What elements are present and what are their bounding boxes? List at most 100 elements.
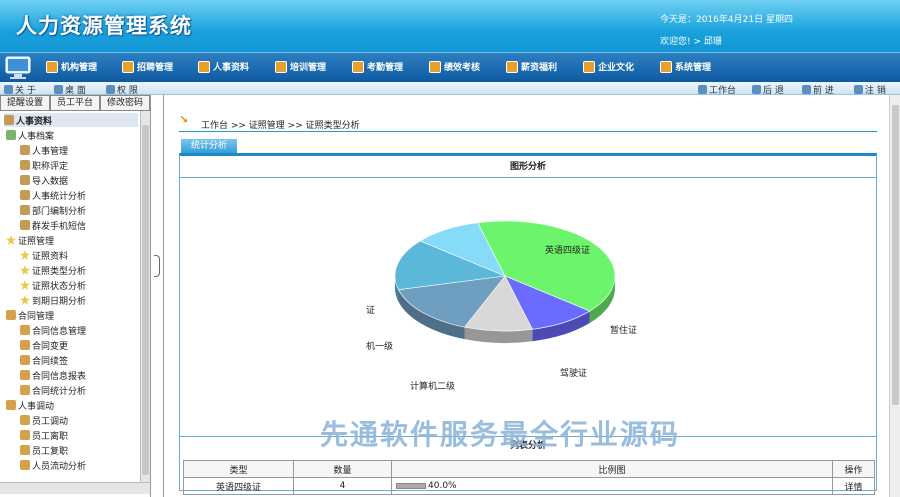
sidebar-item[interactable]: 人事管理 [20, 143, 68, 157]
tree-node-icon [20, 415, 30, 425]
sidebar-item[interactable]: 人事调动 [6, 398, 54, 412]
sidebar-item[interactable]: 人员流动分析 [20, 458, 86, 472]
sidebar-item[interactable]: 合同变更 [20, 338, 68, 352]
tree-node-icon [20, 445, 30, 455]
tree-node-icon [6, 130, 16, 140]
sidebar-item[interactable]: 合同信息管理 [20, 323, 86, 337]
tree-node-icon [20, 340, 30, 350]
splitter-grip[interactable] [154, 255, 160, 277]
sidebar-item-label: 证照管理 [18, 236, 55, 247]
sidebar-item[interactable]: 证照类型分析 [20, 263, 86, 277]
sidebar-item-label: 合同管理 [18, 311, 55, 322]
tree-node-icon [20, 190, 30, 200]
sidebar-item-label: 职称评定 [32, 161, 69, 172]
sidebar-item[interactable]: 人事统计分析 [20, 188, 86, 202]
breadcrumb: 工作台 >> 证照管理 >> 证照类型分析 [201, 121, 360, 131]
date-label: 今天是：2016年4月21日 星期四 [660, 15, 793, 25]
menu-system[interactable]: 系统管理 [660, 60, 711, 73]
content-scrollbar[interactable] [889, 95, 900, 497]
tab-staff-platform[interactable]: 员工平台 [50, 95, 100, 110]
pie-label: 英语四级证 [545, 244, 590, 256]
tab-statistics[interactable]: 统计分析 [181, 139, 237, 154]
col-type: 类型 [183, 460, 294, 478]
tree-node-icon [6, 235, 16, 245]
menu-org[interactable]: 机构管理 [46, 60, 97, 73]
home-icon [698, 85, 707, 94]
sidebar-scrollbar[interactable] [140, 111, 150, 482]
menu-performance[interactable]: 绩效考核 [429, 60, 480, 73]
pie-label: 暂住证 [610, 324, 637, 336]
sidebar-item[interactable]: 合同信息报表 [20, 368, 86, 382]
scroll-thumb[interactable] [142, 125, 149, 475]
sidebar-item[interactable]: 员工调动 [20, 413, 68, 427]
sidebar-item[interactable]: 部门编制分析 [20, 203, 86, 217]
cell-count: 4 [293, 477, 392, 495]
tab-reminder[interactable]: 提醒设置 [0, 95, 50, 110]
tree-node-icon [6, 310, 16, 320]
sidebar-item[interactable]: 证照资料 [20, 248, 68, 262]
info-icon [4, 85, 13, 94]
tree-node-icon [20, 325, 30, 335]
sidebar-item[interactable]: 职称评定 [20, 158, 68, 172]
panel-title: 图形分析 [180, 156, 876, 178]
tree-node-icon [20, 460, 30, 470]
performance-icon [429, 60, 441, 73]
menu-salary[interactable]: 薪资福利 [506, 60, 557, 73]
sidebar-item[interactable]: 群发手机短信 [20, 218, 86, 232]
tree-node-icon [20, 295, 30, 305]
sidebar-item-label: 员工复职 [32, 446, 69, 457]
sidebar-item-label: 人事管理 [32, 146, 69, 157]
sidebar-item-label: 合同变更 [32, 341, 69, 352]
header-banner: 人力资源管理系统 今天是：2016年4月21日 星期四 欢迎您! > 邱珊 [0, 0, 900, 52]
menu-personnel[interactable]: 人事资料 [198, 60, 249, 73]
desktop-icon [54, 85, 63, 94]
recruit-icon [122, 60, 134, 73]
tree-node-icon [20, 175, 30, 185]
sidebar-item[interactable]: 合同管理 [6, 308, 54, 322]
personnel-icon [198, 60, 210, 73]
sidebar-item[interactable]: 到期日期分析 [20, 293, 86, 307]
sidebar-item[interactable]: 合同统计分析 [20, 383, 86, 397]
sidebar-item[interactable]: 员工离职 [20, 428, 68, 442]
pie-label: 驾驶证 [560, 367, 587, 379]
sidebar-item[interactable]: 合同续签 [20, 353, 68, 367]
sidebar-item[interactable]: 员工复职 [20, 443, 68, 457]
tree-node-icon [20, 430, 30, 440]
sidebar-item-label: 人事档案 [18, 131, 55, 142]
menu-attendance[interactable]: 考勤管理 [352, 60, 403, 73]
org-icon [46, 60, 58, 73]
sidebar-item-label: 人事统计分析 [32, 191, 87, 202]
sidebar-item-label: 人员流动分析 [32, 461, 87, 472]
app-window: 人力资源管理系统 今天是：2016年4月21日 星期四 欢迎您! > 邱珊 机构… [0, 0, 900, 497]
data-table: 类型 数量 比例图 操作 英语四级证 4 40.0% 详情 [183, 460, 875, 495]
menu-culture[interactable]: 企业文化 [583, 60, 634, 73]
sidebar-item[interactable]: 证照状态分析 [20, 278, 86, 292]
content-scroll-thumb[interactable] [892, 105, 899, 405]
menu-training[interactable]: 培训管理 [275, 60, 326, 73]
sidebar-item-label: 证照类型分析 [32, 266, 87, 277]
sidebar-item-label: 群发手机短信 [32, 221, 87, 232]
panel-splitter[interactable] [150, 95, 164, 497]
table-row: 英语四级证 4 40.0% 详情 [183, 477, 875, 495]
sidebar-item-label: 员工离职 [32, 431, 69, 442]
training-icon [275, 60, 287, 73]
menu-recruit[interactable]: 招聘管理 [122, 60, 173, 73]
sidebar-item-label: 证照资料 [32, 251, 69, 262]
tree-node-icon [20, 280, 30, 290]
sidebar-item-label: 合同续签 [32, 356, 69, 367]
tree-node-icon [20, 385, 30, 395]
divider [179, 131, 877, 132]
sidebar-item[interactable]: 导入数据 [20, 173, 68, 187]
key-icon [106, 85, 115, 94]
sidebar-item-label: 员工调动 [32, 416, 69, 427]
tree-root[interactable]: 人事资料 [4, 113, 138, 127]
sidebar-hscrollbar[interactable] [0, 482, 150, 494]
sidebar-item[interactable]: 人事档案 [6, 128, 54, 142]
tab-change-password[interactable]: 修改密码 [100, 95, 150, 110]
sidebar-item-label: 到期日期分析 [32, 296, 87, 307]
sidebar-item-label: 合同统计分析 [32, 386, 87, 397]
detail-link[interactable]: 详情 [832, 477, 875, 495]
sidebar-item[interactable]: 证照管理 [6, 233, 54, 247]
forward-arrow-icon [802, 85, 811, 94]
tree-node-icon [20, 370, 30, 380]
